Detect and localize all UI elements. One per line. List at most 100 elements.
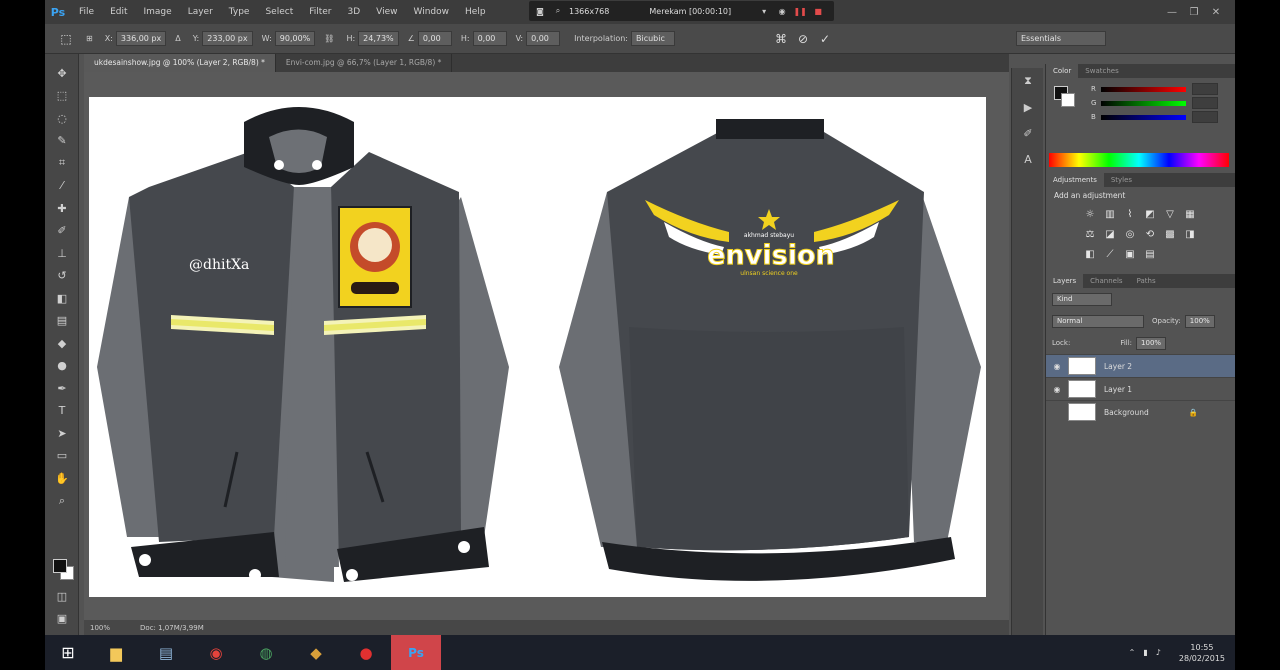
threshold-icon[interactable]: ⟋	[1100, 244, 1120, 264]
menu-layer[interactable]: Layer	[180, 0, 221, 24]
color-lookup-icon[interactable]: ▩	[1160, 224, 1180, 244]
minimize-icon[interactable]: —	[1161, 7, 1183, 18]
curves-icon[interactable]: ⌇	[1120, 204, 1140, 224]
x-field[interactable]: 336,00 px	[115, 31, 167, 46]
camera-icon[interactable]: ◙	[533, 4, 547, 18]
search-icon[interactable]: ⌕	[551, 4, 565, 18]
stamp-tool-icon[interactable]: ⊥	[45, 242, 79, 265]
restore-icon[interactable]: ❐	[1183, 7, 1205, 18]
tab-ukdesainshow[interactable]: ukdesainshow.jpg @ 100% (Layer 2, RGB/8)…	[84, 54, 276, 72]
actions-panel-icon[interactable]: ▶	[1012, 94, 1044, 120]
interpolation-select[interactable]: Bicubic	[630, 31, 675, 46]
width-field[interactable]: 90,00%	[274, 31, 316, 46]
eye-icon[interactable]: ◉	[1046, 385, 1068, 394]
blur-tool-icon[interactable]: ◆	[45, 332, 79, 355]
snapshot-icon[interactable]: ◉	[775, 4, 789, 18]
notes-app-icon[interactable]: ▤	[141, 635, 191, 670]
network-icon[interactable]: ▮	[1143, 648, 1147, 657]
gradient-map-icon[interactable]: ▤	[1140, 244, 1160, 264]
tray-arrow-icon[interactable]: ⌃	[1129, 648, 1136, 657]
fill-field[interactable]: 100%	[1136, 336, 1167, 350]
color-bg-swatch[interactable]	[1061, 93, 1075, 107]
blend-mode-select[interactable]: Normal	[1052, 314, 1144, 328]
quick-mask-icon[interactable]: ◫	[45, 585, 79, 608]
tab-paths[interactable]: Paths	[1130, 274, 1163, 288]
tab-channels[interactable]: Channels	[1083, 274, 1129, 288]
eyedropper-tool-icon[interactable]: ⁄	[45, 175, 79, 198]
photoshop-taskbar-icon[interactable]: Ps	[391, 635, 441, 670]
menu-window[interactable]: Window	[406, 0, 458, 24]
move-tool-icon[interactable]: ✥	[45, 62, 79, 85]
layer-row[interactable]: ◉ Layer 2	[1046, 354, 1235, 377]
menu-image[interactable]: Image	[136, 0, 180, 24]
transform-tool-icon[interactable]: ⬚	[55, 32, 77, 46]
eraser-tool-icon[interactable]: ◧	[45, 287, 79, 310]
kind-filter[interactable]: Kind	[1052, 292, 1112, 306]
photo-filter-icon[interactable]: ◎	[1120, 224, 1140, 244]
character-panel-icon[interactable]: A	[1012, 146, 1044, 172]
shape-tool-icon[interactable]: ▭	[45, 445, 79, 468]
reference-point-icon[interactable]: ⊞	[86, 34, 93, 43]
windows-start-icon[interactable]: ⊞	[45, 635, 91, 670]
media-app-icon[interactable]: ◆	[291, 635, 341, 670]
invert-icon[interactable]: ◨	[1180, 224, 1200, 244]
black-white-icon[interactable]: ◪	[1100, 224, 1120, 244]
tab-envi-com[interactable]: Envi-com.jpg @ 66,7% (Layer 1, RGB/8) *	[276, 54, 453, 72]
layer-row[interactable]: Background 🔒	[1046, 400, 1235, 423]
zoom-level[interactable]: 100%	[90, 624, 110, 632]
quick-select-tool-icon[interactable]: ✎	[45, 130, 79, 153]
foreground-color-swatch[interactable]	[53, 559, 67, 573]
tab-styles[interactable]: Styles	[1104, 173, 1139, 187]
commit-transform-icon[interactable]: ✓	[814, 32, 836, 46]
path-select-tool-icon[interactable]: ➤	[45, 422, 79, 445]
menu-3d[interactable]: 3D	[340, 0, 369, 24]
selective-color-icon[interactable]: ▣	[1120, 244, 1140, 264]
marquee-tool-icon[interactable]: ⬚	[45, 85, 79, 108]
menu-file[interactable]: File	[71, 0, 102, 24]
hand-tool-icon[interactable]: ✋	[45, 467, 79, 490]
angle-field[interactable]: 0,00	[417, 31, 452, 46]
channel-mixer-icon[interactable]: ⟲	[1140, 224, 1160, 244]
cancel-transform-icon[interactable]: ⊘	[792, 32, 814, 46]
brush-panel-icon[interactable]: ✐	[1012, 120, 1044, 146]
zoom-tool-icon[interactable]: ⌕	[45, 490, 79, 513]
history-brush-icon[interactable]: ↺	[45, 265, 79, 288]
exposure-icon[interactable]: ◩	[1140, 204, 1160, 224]
h-skew-field[interactable]: 0,00	[472, 31, 507, 46]
color-balance-icon[interactable]: ⚖	[1080, 224, 1100, 244]
posterize-icon[interactable]: ◧	[1080, 244, 1100, 264]
crop-tool-icon[interactable]: ⌗	[45, 152, 79, 175]
link-icon[interactable]: ⛓	[324, 34, 334, 43]
eye-icon[interactable]: ◉	[1046, 362, 1068, 371]
menu-type[interactable]: Type	[221, 0, 258, 24]
volume-icon[interactable]: ♪	[1156, 648, 1161, 657]
document-canvas[interactable]: @dhitXa akhmad stebayu envision ulnsan s…	[89, 97, 986, 597]
file-explorer-icon[interactable]: ▆	[91, 635, 141, 670]
clock[interactable]: 10:55 28/02/2015	[1179, 642, 1225, 664]
color-spectrum[interactable]	[1049, 153, 1229, 167]
stop-icon[interactable]: ■	[811, 4, 825, 18]
screen-mode-icon[interactable]: ▣	[45, 607, 79, 630]
healing-tool-icon[interactable]: ✚	[45, 197, 79, 220]
dropdown-icon[interactable]: ▾	[757, 4, 771, 18]
lasso-tool-icon[interactable]: ◌	[45, 107, 79, 130]
vibrance-icon[interactable]: ▽	[1160, 204, 1180, 224]
chrome-icon[interactable]: ◉	[191, 635, 241, 670]
hue-saturation-icon[interactable]: ▦	[1180, 204, 1200, 224]
pause-icon[interactable]: ❚❚	[793, 4, 807, 18]
workspace-select[interactable]: Essentials	[1015, 31, 1106, 46]
menu-help[interactable]: Help	[457, 0, 494, 24]
warp-icon[interactable]: ⌘	[770, 32, 792, 46]
menu-view[interactable]: View	[368, 0, 405, 24]
opacity-field[interactable]: 100%	[1184, 314, 1215, 328]
tab-swatches[interactable]: Swatches	[1078, 64, 1125, 78]
tab-color[interactable]: Color	[1046, 64, 1079, 78]
type-tool-icon[interactable]: T	[45, 400, 79, 423]
menu-edit[interactable]: Edit	[102, 0, 135, 24]
history-panel-icon[interactable]: ⧗	[1012, 68, 1044, 94]
globe-app-icon[interactable]: ◍	[241, 635, 291, 670]
height-field[interactable]: 24,73%	[358, 31, 399, 46]
brightness-icon[interactable]: ☼	[1080, 204, 1100, 224]
menu-select[interactable]: Select	[257, 0, 301, 24]
gradient-tool-icon[interactable]: ▤	[45, 310, 79, 333]
